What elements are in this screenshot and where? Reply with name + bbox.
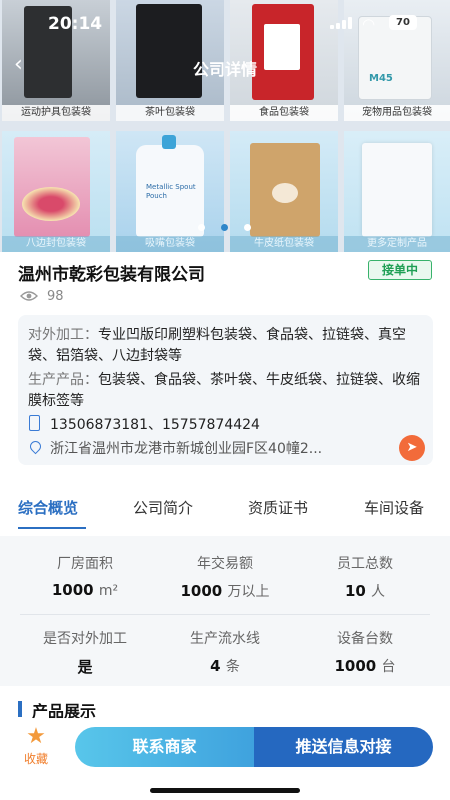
product-caption: 宠物用品包装袋 (344, 105, 450, 121)
tab-equipment[interactable]: 车间设备 (364, 497, 424, 518)
favorite-label: 收藏 (23, 752, 48, 766)
products-label: 生产产品： (28, 372, 98, 388)
product-caption: 茶叶包装袋 (116, 105, 224, 121)
push-info-button[interactable]: 推送信息对接 (254, 727, 433, 767)
signal-icon (330, 17, 352, 29)
stat-label: 是否对外加工 (43, 631, 127, 647)
stat-label: 厂房面积 (57, 556, 113, 572)
stat-equipment-count: 设备台数 1000 台 (290, 628, 440, 676)
stat-label: 设备台数 (337, 631, 393, 647)
stat-unit: 人 (371, 584, 386, 600)
stat-label: 年交易额 (197, 556, 253, 572)
product-caption: 运动护具包装袋 (2, 105, 110, 121)
product-tile[interactable]: 更多定制产品 (344, 131, 450, 252)
battery-icon: 70 (389, 15, 417, 30)
status-bar: 20:14 ◠ 70 (0, 0, 450, 44)
location-pin-icon (27, 438, 44, 455)
stat-value: 1000 (334, 657, 377, 675)
processing-label: 对外加工： (28, 327, 98, 343)
tab-company-intro[interactable]: 公司简介 (133, 497, 193, 518)
carousel-dot[interactable] (244, 224, 251, 231)
product-caption: 牛皮纸包装袋 (230, 236, 338, 252)
address: 浙江省温州市龙港市新城创业园F区40幢2... (50, 441, 323, 457)
product-image: Metallic Spout Pouch (136, 135, 204, 237)
status-time: 20:14 (48, 14, 103, 34)
tab-overview[interactable]: 综合概览 (18, 497, 78, 518)
product-image (14, 137, 90, 237)
wifi-icon: ◠ (362, 15, 376, 33)
stat-employees: 员工总数 10 人 (290, 553, 440, 601)
stat-unit: 万以上 (227, 584, 270, 600)
stat-value: 是 (77, 658, 93, 676)
processing-row: 对外加工：专业凹版印刷塑料包装袋、食品袋、拉链袋、真空袋、铝箔袋、八边封袋等 (28, 325, 423, 367)
product-print: Metallic Spout Pouch (146, 183, 196, 200)
tab-indicator (18, 527, 86, 529)
product-caption: 八边封包装袋 (2, 236, 110, 252)
divider (20, 614, 430, 615)
stat-value: 1000 (51, 581, 94, 599)
product-caption: 食品包装袋 (230, 105, 338, 121)
product-image (362, 143, 432, 237)
stat-label: 生产流水线 (190, 631, 260, 647)
stat-value: 4 (210, 657, 221, 675)
tab-certificates[interactable]: 资质证书 (248, 497, 308, 518)
product-image (250, 143, 320, 237)
products-row: 生产产品：包装袋、食品袋、茶叶袋、牛皮纸袋、拉链袋、收缩膜标签等 (28, 370, 423, 412)
carousel-dot[interactable] (198, 224, 205, 231)
view-count: 98 (47, 289, 64, 304)
tab-bar: 综合概览 公司简介 资质证书 车间设备 (0, 497, 450, 537)
overview-stats: 厂房面积 1000 m² 年交易额 1000 万以上 员工总数 10 人 是否对… (0, 536, 450, 686)
company-name: 温州市乾彩包装有限公司 (18, 265, 205, 285)
stat-value: 10 (344, 582, 366, 600)
star-icon: ★ (26, 724, 46, 749)
stat-factory-area: 厂房面积 1000 m² (10, 553, 160, 599)
carousel-dots (198, 224, 258, 234)
stat-unit: 台 (381, 659, 396, 675)
home-indicator[interactable] (150, 788, 300, 793)
stat-value: 1000 (180, 582, 223, 600)
stat-unit: m² (98, 583, 119, 599)
stat-label: 员工总数 (337, 556, 393, 572)
carousel-dot-active[interactable] (221, 224, 228, 231)
favorite-button[interactable]: ★ 收藏 (16, 726, 56, 767)
phone-icon (29, 415, 40, 431)
contact-merchant-button[interactable]: 联系商家 (75, 727, 254, 767)
page-title: 公司详情 (192, 60, 257, 79)
section-accent-bar (18, 701, 22, 717)
action-buttons: 联系商家 推送信息对接 (75, 727, 433, 767)
product-caption: 吸嘴包装袋 (116, 236, 224, 252)
phone-numbers[interactable]: 13506873181、15757874424 (50, 414, 260, 434)
stat-annual-trade: 年交易额 1000 万以上 (150, 553, 300, 601)
navigate-icon[interactable]: ➤ (399, 435, 425, 461)
product-tile[interactable]: 八边封包装袋 (2, 131, 110, 252)
stat-unit: 条 (225, 659, 240, 675)
stat-external-processing: 是否对外加工 是 (10, 628, 160, 677)
product-caption: 更多定制产品 (344, 236, 450, 252)
eye-icon (20, 291, 38, 301)
stat-production-lines: 生产流水线 4 条 (150, 628, 300, 676)
company-info-card: 对外加工：专业凹版印刷塑料包装袋、食品袋、拉链袋、真空袋、铝箔袋、八边封袋等 生… (18, 315, 433, 465)
status-badge: 接单中 (368, 260, 432, 280)
